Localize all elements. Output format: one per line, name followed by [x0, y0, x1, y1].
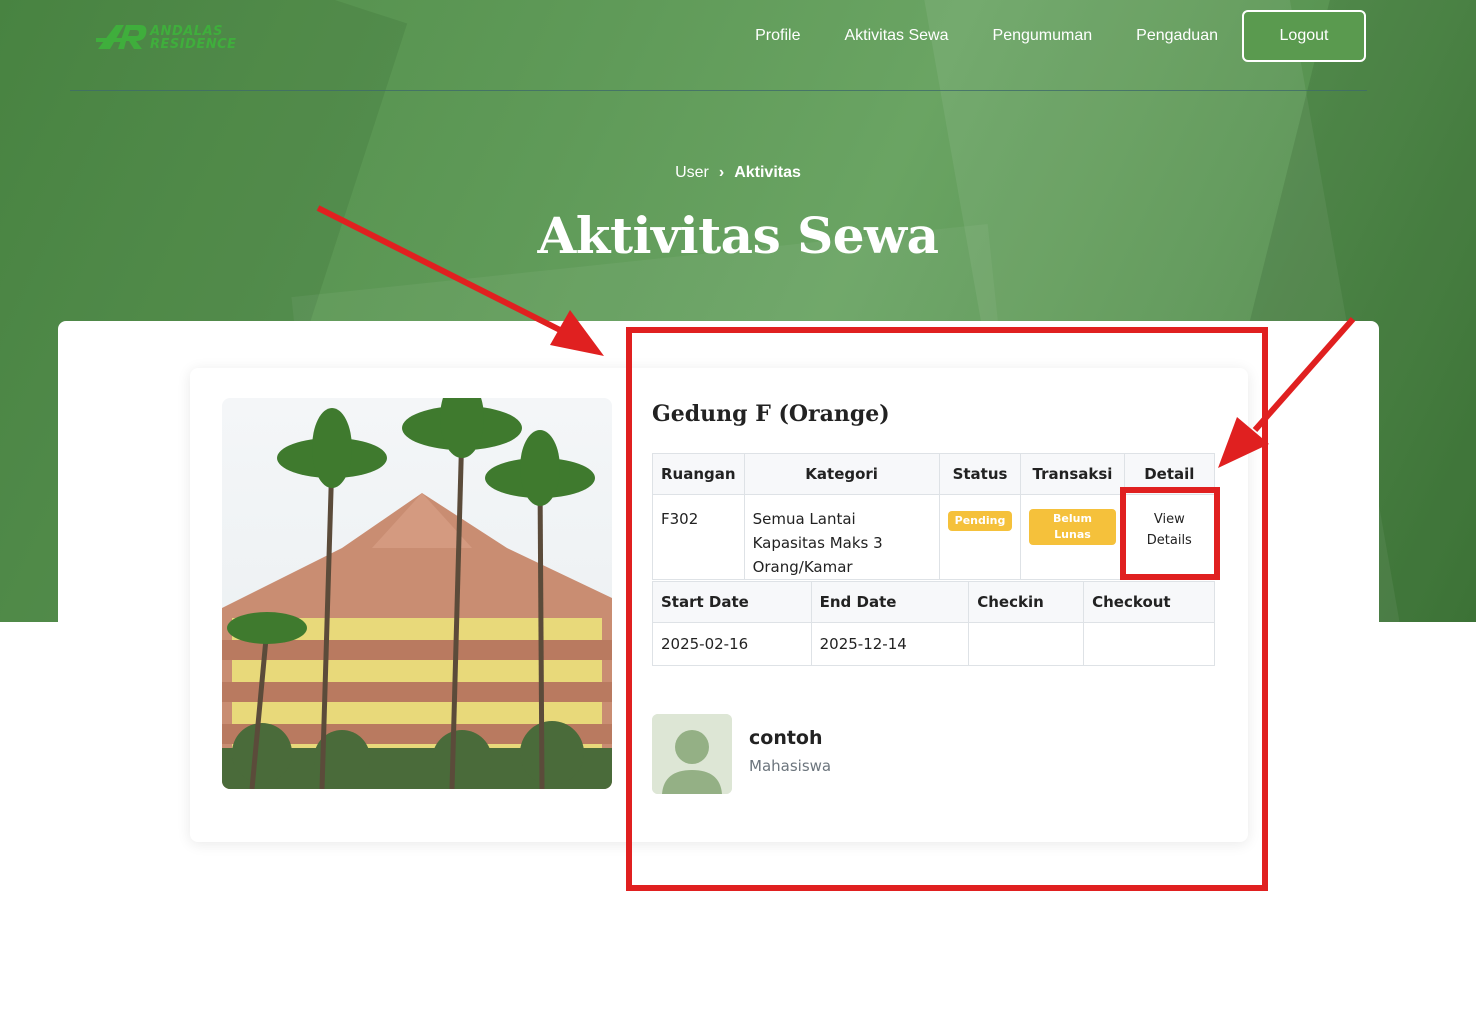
building-image	[222, 398, 612, 789]
cell-start-date: 2025-02-16	[652, 622, 812, 666]
cell-checkout	[1083, 622, 1215, 666]
table-row: F302 Semua Lantai Kapasitas Maks 3 Orang…	[652, 494, 1216, 580]
col-start-date: Start Date	[652, 581, 812, 623]
view-details-button[interactable]: View Details	[1147, 509, 1192, 551]
col-kategori: Kategori	[743, 453, 940, 495]
col-detail: Detail	[1123, 453, 1216, 495]
nav-pengumuman[interactable]: Pengumuman	[993, 10, 1093, 62]
page-title: Aktivitas Sewa	[537, 206, 939, 265]
user-avatar-icon	[652, 714, 732, 794]
col-end-date: End Date	[810, 581, 970, 623]
col-status: Status	[938, 453, 1022, 495]
table-header-row: Ruangan Kategori Status Transaksi Detail	[652, 453, 1216, 495]
logout-button[interactable]: Logout	[1242, 10, 1366, 62]
table-row: 2025-02-16 2025-12-14	[652, 622, 1215, 666]
cell-checkin	[968, 622, 1085, 666]
view-details-line-1: View	[1153, 512, 1185, 527]
nav-pengaduan[interactable]: Pengaduan	[1136, 10, 1218, 62]
rental-table: Ruangan Kategori Status Transaksi Detail…	[652, 453, 1216, 580]
cell-kategori: Semua Lantai Kapasitas Maks 3 Orang/Kama…	[743, 494, 940, 580]
col-checkout: Checkout	[1083, 581, 1215, 623]
col-ruangan: Ruangan	[652, 453, 745, 495]
col-transaksi: Transaksi	[1020, 453, 1125, 495]
logo-line-2: RESIDENCE	[150, 37, 237, 52]
chevron-right-icon: ›	[718, 164, 725, 181]
col-checkin: Checkin	[968, 581, 1085, 623]
logo-text: ANDALAS RESIDENCE	[150, 25, 237, 51]
user-name: contoh	[749, 727, 823, 749]
nav-profile[interactable]: Profile	[755, 10, 800, 62]
breadcrumb-current: Aktivitas	[734, 164, 801, 181]
cell-status: Pending	[938, 494, 1022, 580]
cell-detail: View Details	[1123, 494, 1216, 580]
cell-transaksi: Belum Lunas	[1020, 494, 1125, 580]
cell-end-date: 2025-12-14	[810, 622, 970, 666]
nav-divider	[70, 90, 1367, 91]
user-role: Mahasiswa	[749, 757, 832, 775]
breadcrumb-user[interactable]: User	[675, 164, 709, 181]
building-name: Gedung F (Orange)	[652, 401, 890, 427]
status-badge: Pending	[947, 511, 1013, 531]
logo-mark-icon	[96, 25, 147, 49]
nav-aktivitas-sewa[interactable]: Aktivitas Sewa	[844, 10, 948, 62]
cell-ruangan: F302	[652, 494, 745, 580]
view-details-line-2: Details	[1146, 533, 1192, 548]
building-photo	[222, 398, 612, 789]
avatar	[652, 714, 732, 794]
site-logo[interactable]: ANDALAS RESIDENCE	[96, 18, 246, 58]
breadcrumb: User › Aktivitas	[0, 164, 1476, 182]
table-header-row: Start Date End Date Checkin Checkout	[652, 581, 1215, 623]
main-nav: Profile Aktivitas Sewa Pengumuman Pengad…	[711, 10, 1366, 62]
dates-table: Start Date End Date Checkin Checkout 202…	[652, 581, 1215, 666]
transaction-badge: Belum Lunas	[1029, 509, 1116, 545]
